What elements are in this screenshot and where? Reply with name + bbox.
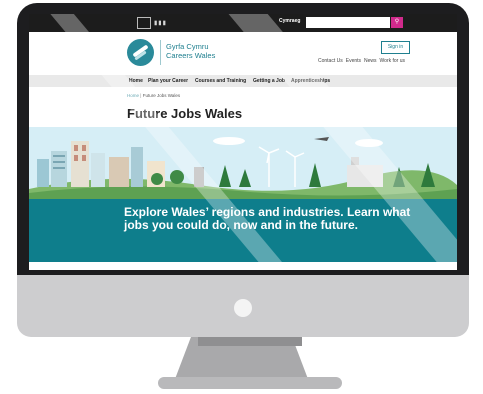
header-links: Contact Us Events News Work for us: [318, 58, 408, 64]
screen: ▮▮▮ Cymraeg ⚲ Gyrfa Cymru Careers Wales …: [29, 14, 457, 270]
main-nav: Home Plan your Career Courses and Traini…: [29, 75, 457, 87]
search-input[interactable]: [306, 17, 390, 28]
header-link-work[interactable]: Work for us: [380, 58, 405, 64]
breadcrumb-current: Future Jobs Wales: [142, 93, 181, 98]
logo-line-english: Careers Wales: [166, 51, 216, 60]
sign-in-button[interactable]: Sign in: [381, 41, 410, 54]
monitor-bezel: ▮▮▮ Cymraeg ⚲ Gyrfa Cymru Careers Wales …: [17, 3, 469, 275]
logo-text[interactable]: Gyrfa Cymru Careers Wales: [166, 42, 215, 60]
nav-item-courses[interactable]: Courses and Training: [195, 78, 246, 84]
nav-item-getting-job[interactable]: Getting a Job: [253, 78, 285, 84]
search-icon: ⚲: [394, 19, 400, 25]
header-link-events[interactable]: Events: [346, 58, 361, 64]
power-button-icon: [234, 299, 252, 317]
nav-item-plan-career[interactable]: Plan your Career: [148, 78, 188, 84]
monitor-chin: [17, 275, 469, 337]
monitor-stand-shadow: [198, 337, 302, 346]
header-link-news[interactable]: News: [364, 58, 377, 64]
screen-bottom-strip: [29, 262, 457, 270]
monitor-frame: ▮▮▮ Cymraeg ⚲ Gyrfa Cymru Careers Wales …: [17, 3, 469, 337]
banner-text: Explore Wales’ regions and industries. L…: [124, 205, 411, 232]
language-link[interactable]: Cymraeg: [279, 18, 300, 24]
logo-divider: [160, 40, 161, 65]
careers-wales-logo-icon[interactable]: [127, 39, 154, 66]
monitor-stand-base: [158, 377, 342, 389]
gov-logo-icon[interactable]: ▮▮▮: [137, 17, 167, 29]
search-button[interactable]: ⚲: [391, 17, 403, 28]
logo-line-welsh: Gyrfa Cymru: [166, 42, 209, 51]
header-link-contact[interactable]: Contact Us: [318, 58, 343, 64]
